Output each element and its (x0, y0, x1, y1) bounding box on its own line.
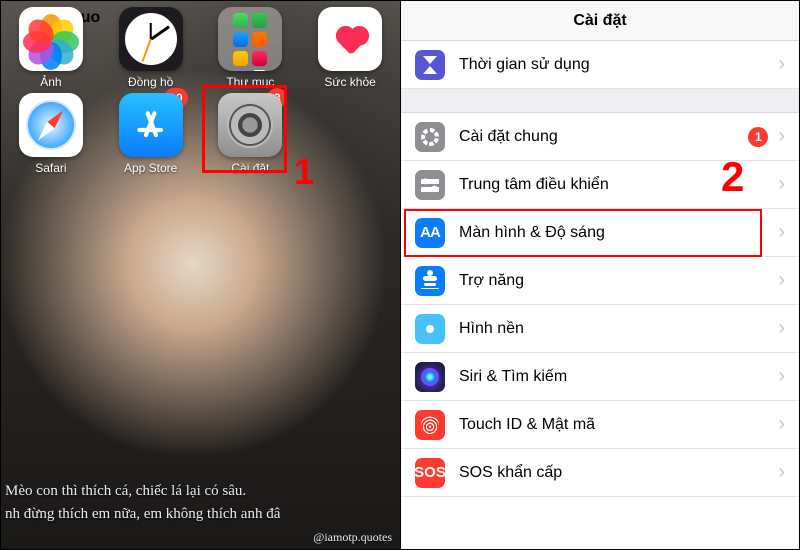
wallpaper-caption: Mèo con thì thích cá, chiếc lá lại có sâ… (1, 480, 400, 525)
app-label: Ảnh (40, 75, 61, 89)
app-health[interactable]: Sức khỏe (305, 7, 395, 89)
app-clock[interactable]: Đồng hồ (106, 7, 196, 89)
annotation-box-1 (202, 85, 287, 173)
fingerprint-icon (415, 410, 445, 440)
cell-wallpaper[interactable]: Hình nền › (401, 305, 799, 353)
group-separator (401, 89, 799, 113)
home-row-1: Ảnh Đồng hồ (1, 7, 400, 89)
caption-line: Mèo con thì thích cá, chiếc lá lại có sâ… (5, 483, 246, 499)
cell-label: Trợ năng (459, 272, 778, 290)
cell-label: Thời gian sử dụng (459, 56, 778, 74)
chevron-right-icon: › (778, 53, 785, 76)
chevron-right-icon: › (778, 365, 785, 388)
hourglass-icon (415, 50, 445, 80)
app-safari[interactable]: Safari (6, 93, 96, 175)
app-label: Safari (35, 161, 66, 175)
cell-siri[interactable]: Siri & Tìm kiếm › (401, 353, 799, 401)
notification-badge: 1 (748, 127, 768, 147)
chevron-right-icon: › (778, 269, 785, 292)
caption-line: nh đừng thích em nữa, em không thích anh… (5, 506, 280, 522)
photos-icon (19, 7, 83, 71)
accessibility-icon (415, 266, 445, 296)
navbar-title: Cài đặt (573, 12, 626, 30)
sos-icon: SOS (415, 458, 445, 488)
wallpaper-credit: @iamotp.quotes (313, 530, 392, 545)
app-label: Sức khỏe (324, 75, 375, 89)
clock-icon (119, 7, 183, 71)
cell-label: Hình nền (459, 320, 778, 338)
wallpaper-icon (415, 314, 445, 344)
annotation-label-2: 2 (721, 153, 744, 201)
home-screen: quo Ảnh (1, 1, 401, 549)
cell-accessibility[interactable]: Trợ năng › (401, 257, 799, 305)
cell-sos[interactable]: SOS SOS khẩn cấp › (401, 449, 799, 497)
annotation-box-2 (404, 209, 762, 257)
cell-label: Touch ID & Mật mã (459, 416, 778, 434)
gear-icon (415, 122, 445, 152)
safari-icon (19, 93, 83, 157)
home-row-2: Safari 10 App Store 3 Cài đặt (1, 93, 400, 175)
folder-icon (218, 7, 282, 71)
appstore-icon (119, 93, 183, 157)
chevron-right-icon: › (778, 317, 785, 340)
health-icon (318, 7, 382, 71)
app-photos[interactable]: Ảnh (6, 7, 96, 89)
switches-icon (415, 170, 445, 200)
tutorial-composite: quo Ảnh (0, 0, 800, 550)
app-folder[interactable]: Thư mục (205, 7, 295, 89)
chevron-right-icon: › (778, 173, 785, 196)
chevron-right-icon: › (778, 125, 785, 148)
chevron-right-icon: › (778, 413, 785, 436)
settings-list[interactable]: Thời gian sử dụng › Cài đặt chung 1 › Tr… (401, 41, 799, 497)
settings-screen: Cài đặt Thời gian sử dụng › Cài đặt chun… (401, 1, 799, 549)
chevron-right-icon: › (778, 461, 785, 484)
annotation-label-1: 1 (294, 151, 314, 193)
chevron-right-icon: › (778, 221, 785, 244)
app-label: Đồng hồ (128, 75, 173, 89)
cell-label: Cài đặt chung (459, 128, 748, 146)
cell-label: SOS khẩn cấp (459, 464, 778, 482)
app-label: App Store (124, 161, 177, 175)
navbar: Cài đặt (401, 1, 799, 41)
cell-label: Siri & Tìm kiếm (459, 368, 778, 386)
app-appstore[interactable]: 10 App Store (106, 93, 196, 175)
cell-screentime[interactable]: Thời gian sử dụng › (401, 41, 799, 89)
siri-icon (415, 362, 445, 392)
cell-touchid[interactable]: Touch ID & Mật mã › (401, 401, 799, 449)
